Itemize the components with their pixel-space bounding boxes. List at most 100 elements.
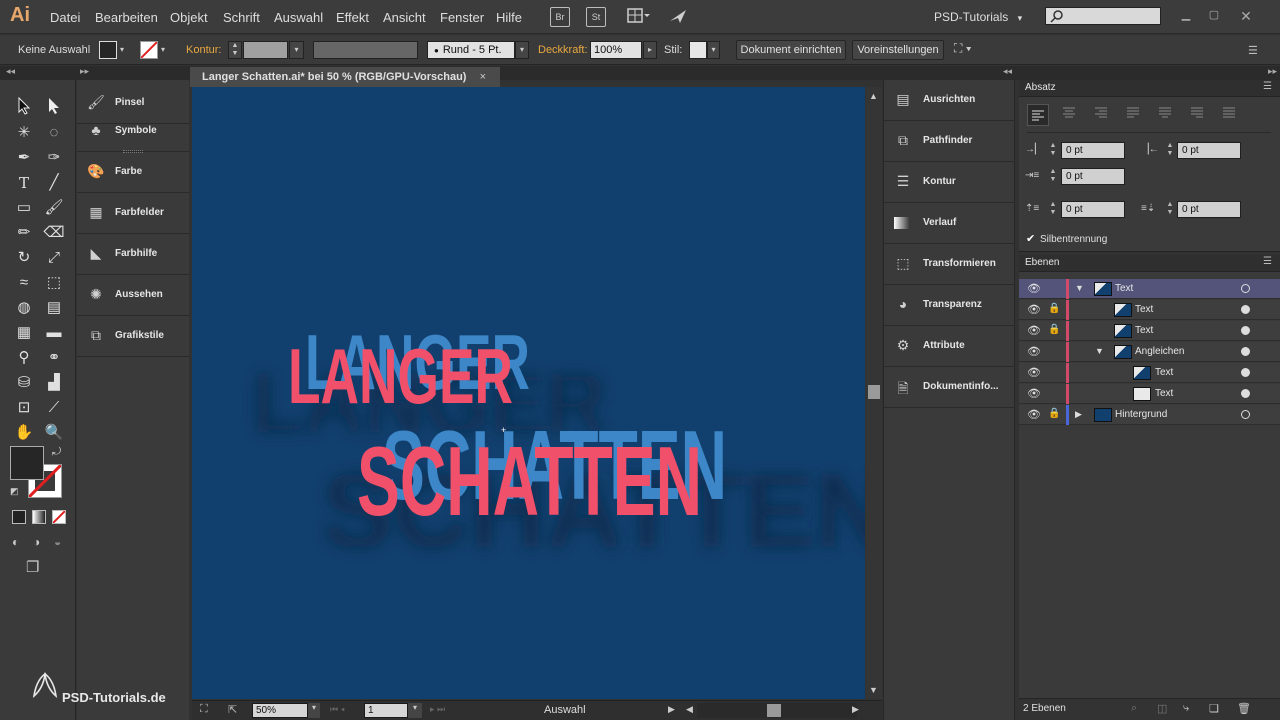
rectangle-tool-icon[interactable]: ▭ [13, 197, 35, 219]
menu-bearbeiten[interactable]: Bearbeiten [95, 10, 158, 25]
layer-name[interactable]: Text [1135, 325, 1153, 336]
stroke-weight-dropdown[interactable]: ▾ [289, 41, 304, 59]
none-mode-icon[interactable] [52, 510, 66, 524]
expand-right-icon[interactable]: ▸▸ [1268, 66, 1277, 77]
pencil-tool-icon[interactable]: ✏ [13, 222, 35, 244]
target-circle-icon[interactable] [1241, 305, 1250, 314]
hand-tool-icon[interactable]: ✋ [13, 422, 35, 444]
right-indent-field[interactable]: 0 pt [1177, 142, 1241, 159]
panel-menu-icon[interactable]: ☰ [1248, 44, 1258, 57]
gpu-performance-icon[interactable] [668, 7, 688, 27]
panel-grafikstile[interactable]: ⧉ Grafikstile [77, 316, 189, 357]
arrange-documents-icon[interactable] [626, 7, 652, 27]
fill-color-front[interactable] [10, 446, 44, 480]
layer-name[interactable]: Text [1155, 388, 1173, 399]
maximize-icon[interactable]: ▢ [1206, 8, 1222, 22]
menu-effekt[interactable]: Effekt [336, 10, 369, 25]
panel-farbe[interactable]: 🎨 Farbe [77, 152, 189, 193]
search-input[interactable] [1045, 7, 1161, 25]
graphic-style-dropdown[interactable]: ▾ [707, 41, 720, 59]
panel-symbole[interactable]: ♣ Symbole [77, 111, 189, 152]
panel-transparenz[interactable]: ◕ Transparenz [884, 285, 1015, 326]
justify-last-center-icon[interactable] [1157, 106, 1173, 120]
color-mode-icon[interactable] [12, 510, 26, 524]
pen-tool-icon[interactable]: ✒ [13, 147, 35, 169]
document-setup-button[interactable]: Dokument einrichten [736, 40, 846, 60]
new-layer-icon[interactable]: ❏ [1209, 702, 1219, 715]
layer-row[interactable]: 👁 🔒 Text [1019, 300, 1280, 320]
curvature-tool-icon[interactable]: ✑ [43, 147, 65, 169]
artboard-canvas[interactable]: LANGER SCHATTEN LANGER SCHATTEN LANGER S… [192, 87, 865, 699]
first-line-indent-stepper[interactable]: ▲ ▼ [1048, 168, 1058, 185]
opacity-label[interactable]: Deckkraft: [538, 44, 588, 56]
workspace-switcher[interactable]: PSD-Tutorials ▾ [934, 10, 1022, 24]
right-indent-stepper[interactable]: ▲ ▼ [1165, 142, 1175, 159]
eye-icon[interactable]: 👁 [1027, 408, 1041, 421]
layer-row[interactable]: 👁 ▼ Angleichen [1019, 342, 1280, 362]
shape-builder-icon[interactable]: ◍ [13, 297, 35, 319]
perspective-grid-icon[interactable]: ▤ [43, 297, 65, 319]
artboard-nav-icon[interactable]: ⛶ [200, 703, 208, 716]
current-tool-status[interactable]: Auswahl [544, 704, 586, 716]
slice-tool-icon[interactable]: ⟋ [43, 397, 65, 419]
panel-aussehen[interactable]: ✺ Aussehen [77, 275, 189, 316]
layer-row[interactable]: 👁 Text [1019, 363, 1280, 383]
layer-name[interactable]: Hintergrund [1115, 409, 1167, 420]
paragraph-panel-header[interactable]: Absatz ☰ [1019, 80, 1280, 97]
magic-wand-icon[interactable]: ✳ [13, 122, 35, 144]
clipping-mask-icon[interactable]: ◫ [1157, 702, 1167, 715]
collapse-left-icon[interactable]: ◂◂ [6, 66, 15, 77]
minimize-icon[interactable]: ▁ [1178, 8, 1194, 22]
menu-fenster[interactable]: Fenster [440, 10, 484, 25]
panel-dokumentinfo[interactable]: 🗎 Dokumentinfo... [884, 367, 1015, 408]
layer-name[interactable]: Text [1135, 304, 1153, 315]
stroke-weight-stepper[interactable]: ▲ ▼ [228, 41, 242, 59]
stroke-swatch[interactable] [140, 41, 158, 59]
space-before-stepper[interactable]: ▲ ▼ [1048, 201, 1058, 218]
justify-all-icon[interactable] [1221, 106, 1237, 120]
align-options-icon[interactable]: ⛶ ▾ [954, 41, 984, 59]
align-left-icon[interactable] [1027, 104, 1049, 126]
eyedropper-icon[interactable]: ⚲ [13, 347, 35, 369]
column-graph-icon[interactable]: ▟ [43, 372, 65, 394]
brush-definition[interactable]: ● Rund - 5 Pt. [427, 41, 515, 59]
mesh-tool-icon[interactable]: ▦ [13, 322, 35, 344]
zoom-dropdown-icon[interactable]: ▾ [308, 703, 320, 718]
lasso-icon[interactable]: ◌ [43, 122, 65, 144]
artboard-number-field[interactable]: 1 [364, 703, 408, 718]
hyphenation-checkbox[interactable]: ✔ [1026, 232, 1035, 245]
vertical-scrollbar[interactable]: ▲ ▼ [866, 87, 882, 699]
direct-selection-tool-icon[interactable] [43, 97, 65, 119]
disclosure-open-icon[interactable]: ▼ [1075, 283, 1084, 293]
eye-icon[interactable]: 👁 [1027, 345, 1041, 358]
layer-name[interactable]: Text [1155, 367, 1173, 378]
lock-icon[interactable]: 🔒 [1048, 303, 1060, 314]
lock-icon[interactable]: 🔒 [1048, 324, 1060, 335]
layer-row[interactable]: 👁 🔒 Text [1019, 321, 1280, 341]
scroll-up-icon[interactable]: ▲ [869, 91, 878, 101]
zoom-field[interactable]: 50% [252, 703, 308, 718]
eraser-tool-icon[interactable]: ⌫ [43, 222, 65, 244]
scale-tool-icon[interactable]: ⤢ [43, 247, 65, 269]
graphic-style-swatch[interactable] [689, 41, 707, 59]
disclosure-open-icon[interactable]: ▼ [1095, 346, 1104, 356]
zoom-tool-icon[interactable]: 🔍 [43, 422, 65, 444]
screen-mode-icon[interactable]: ❐ [26, 558, 39, 576]
swap-colors-icon[interactable]: ⤾ [52, 446, 61, 459]
symbol-sprayer-icon[interactable]: ⛁ [13, 372, 35, 394]
stroke-dropdown-icon[interactable]: ▾ [161, 45, 165, 54]
variable-width-profile[interactable] [313, 41, 418, 59]
target-circle-icon[interactable] [1241, 347, 1250, 356]
lock-icon[interactable]: 🔒 [1048, 408, 1060, 419]
target-circle-icon[interactable] [1241, 284, 1250, 293]
justify-last-left-icon[interactable] [1125, 106, 1141, 120]
panel-farbfelder[interactable]: ▦ Farbfelder [77, 193, 189, 234]
gradient-tool-icon[interactable]: ▬ [43, 322, 65, 344]
justify-last-right-icon[interactable] [1189, 106, 1205, 120]
menu-datei[interactable]: Datei [50, 10, 80, 25]
stroke-weight-field[interactable] [243, 41, 288, 59]
layer-row[interactable]: 👁 ▼ Text [1019, 279, 1280, 299]
document-tab[interactable]: Langer Schatten.ai* bei 50 % (RGB/GPU-Vo… [190, 67, 500, 87]
scroll-right-icon[interactable]: ▶ [852, 704, 859, 715]
close-document-icon[interactable]: × [480, 67, 486, 87]
